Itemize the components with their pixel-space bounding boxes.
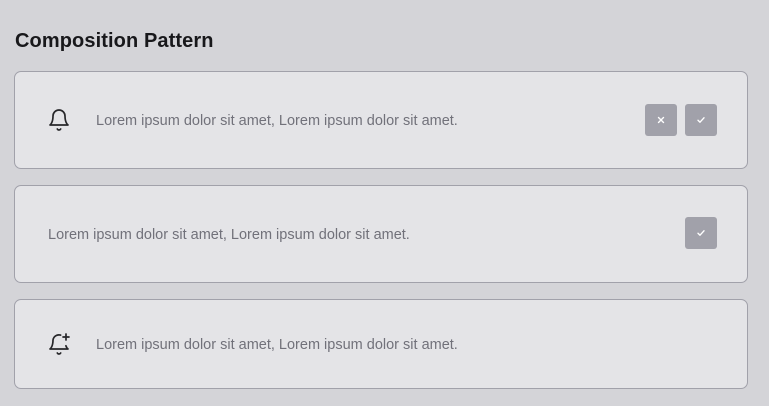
accept-button[interactable] xyxy=(685,104,717,136)
check-icon xyxy=(696,228,706,238)
check-icon xyxy=(696,115,706,125)
notification-text: Lorem ipsum dolor sit amet, Lorem ipsum … xyxy=(96,337,458,353)
accept-button[interactable] xyxy=(685,217,717,249)
notification-text: Lorem ipsum dolor sit amet, Lorem ipsum … xyxy=(48,227,410,243)
bell-icon xyxy=(47,108,71,132)
dismiss-button[interactable] xyxy=(645,104,677,136)
notification-card: Lorem ipsum dolor sit amet, Lorem ipsum … xyxy=(14,185,748,283)
page-title: Composition Pattern xyxy=(15,30,214,52)
notification-card: Lorem ipsum dolor sit amet, Lorem ipsum … xyxy=(14,299,748,389)
notification-text: Lorem ipsum dolor sit amet, Lorem ipsum … xyxy=(96,113,458,129)
notification-card: Lorem ipsum dolor sit amet, Lorem ipsum … xyxy=(14,71,748,169)
bell-plus-icon xyxy=(47,332,71,356)
close-icon xyxy=(656,115,666,125)
